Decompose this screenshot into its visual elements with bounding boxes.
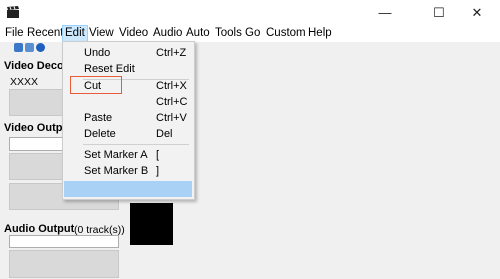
- video-decoder-value: XXXX: [10, 76, 39, 88]
- open-icon[interactable]: [14, 43, 23, 52]
- cut-highlight-annotation: [70, 76, 122, 94]
- menu-edit[interactable]: Edit: [62, 25, 88, 42]
- edit-dropdown-menu: Undo Ctrl+Z Reset Edit Cut Ctrl+X Ctrl+C…: [62, 41, 195, 200]
- menu-separator: [83, 144, 189, 145]
- marker-b-shortcut: ]: [156, 165, 160, 177]
- reset-edit-label: Reset Edit: [84, 63, 135, 75]
- menu-video[interactable]: Video: [117, 26, 150, 41]
- audio-output-label: Audio Output: [4, 223, 75, 235]
- menu-item-reset-edit[interactable]: Reset Edit: [63, 61, 194, 77]
- menu-audio[interactable]: Audio: [151, 26, 184, 41]
- menu-item-undo[interactable]: Undo Ctrl+Z: [63, 45, 194, 61]
- delete-label: Delete: [84, 128, 116, 140]
- copy-shortcut: Ctrl+C: [156, 96, 188, 108]
- paste-label: Paste: [84, 112, 113, 124]
- marker-a-shortcut: [: [156, 149, 160, 161]
- marker-a-label: Set Marker A: [84, 149, 148, 161]
- audio-output-select[interactable]: [9, 235, 119, 248]
- marker-b-label: Set Marker B: [84, 165, 149, 177]
- menu-custom[interactable]: Custom: [264, 26, 308, 41]
- menu-recent[interactable]: Recent: [25, 26, 65, 41]
- minimize-button[interactable]: —: [362, 0, 408, 25]
- menu-item-set-marker-a[interactable]: Set Marker A [: [63, 147, 194, 163]
- clapperboard-icon: [7, 6, 19, 18]
- undo-label: Undo: [84, 47, 111, 59]
- menu-bar: File Recent Edit View Video Audio Auto T…: [0, 25, 500, 42]
- close-button[interactable]: ✕: [454, 0, 500, 25]
- video-preview: [130, 203, 173, 245]
- undo-shortcut: Ctrl+Z: [156, 47, 187, 59]
- menu-help[interactable]: Help: [306, 26, 334, 41]
- menu-file[interactable]: File: [3, 26, 26, 41]
- menu-auto[interactable]: Auto: [184, 26, 212, 41]
- menu-item-highlighted[interactable]: [64, 181, 192, 197]
- delete-shortcut: Del: [156, 128, 173, 140]
- menu-item-set-marker-b[interactable]: Set Marker B ]: [63, 163, 194, 179]
- audio-configure-button[interactable]: [9, 250, 119, 278]
- menu-item-delete[interactable]: Delete Del: [63, 126, 194, 142]
- cut-shortcut: Ctrl+X: [156, 80, 187, 92]
- info-icon[interactable]: [36, 43, 45, 52]
- menu-go[interactable]: Go: [243, 26, 262, 41]
- menu-tools[interactable]: Tools: [213, 26, 244, 41]
- paste-shortcut: Ctrl+V: [156, 112, 187, 124]
- title-bar: — ☐ ✕: [0, 0, 500, 25]
- menu-item-copy[interactable]: Ctrl+C: [63, 94, 194, 110]
- save-icon[interactable]: [25, 43, 34, 52]
- menu-view[interactable]: View: [87, 26, 116, 41]
- menu-item-paste[interactable]: Paste Ctrl+V: [63, 110, 194, 126]
- toolbar: [14, 43, 45, 53]
